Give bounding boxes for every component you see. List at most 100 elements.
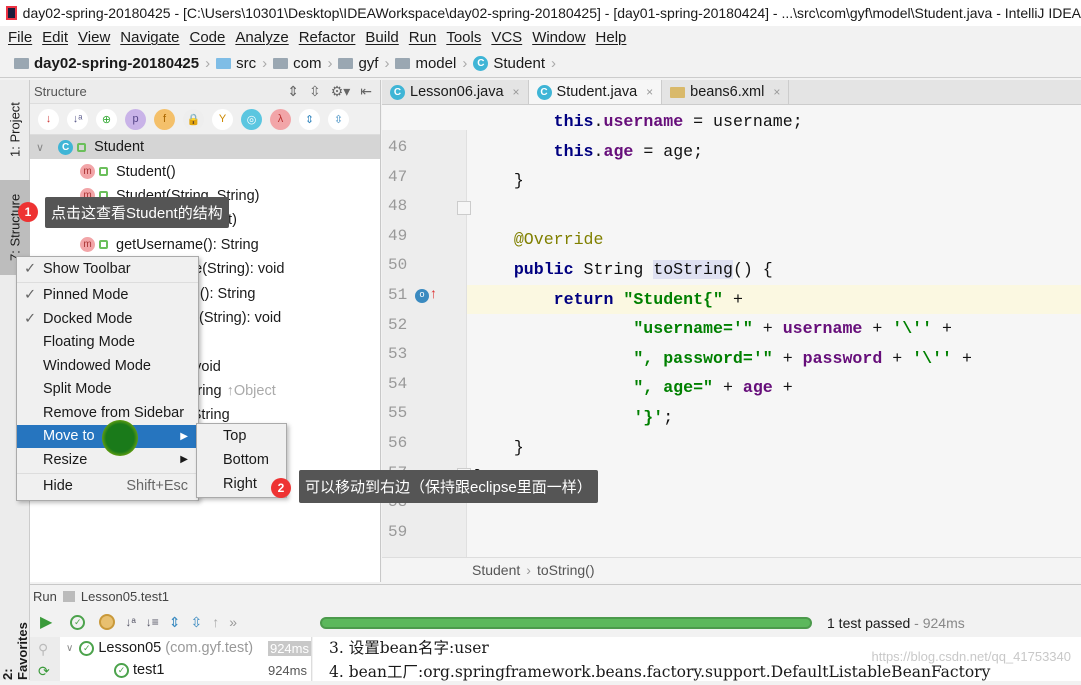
menu-item-label: Windowed Mode bbox=[43, 357, 151, 374]
menu-item-remove-from-sidebar[interactable]: Remove from Sidebar bbox=[17, 401, 198, 425]
previous-failed-icon[interactable]: ↑ bbox=[212, 614, 219, 630]
collapse-all-icon[interactable]: ⇕ bbox=[299, 108, 320, 130]
anonymous-icon[interactable]: Y bbox=[212, 108, 233, 130]
code-line: this.username = username; bbox=[474, 112, 803, 131]
menu-window[interactable]: Window bbox=[532, 29, 585, 46]
close-tab-icon[interactable]: × bbox=[513, 85, 520, 99]
submenu-item-bottom[interactable]: Bottom bbox=[197, 448, 286, 472]
method-icon: m bbox=[80, 164, 95, 180]
title-bar: day02-spring-20180425 - [C:\Users\10301\… bbox=[0, 0, 1081, 26]
favorites-tool-tab[interactable]: 2: Favorites bbox=[0, 610, 30, 680]
menu-file[interactable]: File bbox=[8, 29, 32, 46]
passed-icon: ✓ bbox=[114, 662, 129, 678]
menu-analyze[interactable]: Analyze bbox=[235, 29, 288, 46]
chevron-down-icon[interactable]: ∨ bbox=[66, 643, 73, 654]
breadcrumb-item[interactable]: model bbox=[395, 55, 456, 72]
menu-run[interactable]: Run bbox=[409, 29, 437, 46]
more-icon[interactable]: ⇳ bbox=[328, 108, 349, 130]
menu-navigate[interactable]: Navigate bbox=[120, 29, 179, 46]
menu-edit[interactable]: Edit bbox=[42, 29, 68, 46]
run-config-name[interactable]: Lesson05.test1 bbox=[81, 589, 169, 604]
menu-item-floating-mode[interactable]: Floating Mode bbox=[17, 331, 198, 355]
menu-item-windowed-mode[interactable]: Windowed Mode bbox=[17, 354, 198, 378]
line-number: 51 bbox=[388, 286, 408, 304]
code-token: this bbox=[553, 112, 594, 131]
code-token: + bbox=[932, 319, 953, 339]
collapse-all-icon[interactable]: ⇳ bbox=[191, 614, 203, 631]
expand-all-icon[interactable]: ⇕ bbox=[169, 614, 181, 631]
pin-icon[interactable]: ⚲ bbox=[38, 641, 48, 658]
submenu-item-top[interactable]: Top bbox=[197, 424, 286, 448]
rerun-icon[interactable]: ▶ bbox=[40, 612, 52, 632]
tree-root-student[interactable]: ∨ C Student bbox=[30, 135, 380, 160]
show-passed-icon[interactable]: ✓ bbox=[70, 614, 86, 630]
menu-item-split-mode[interactable]: Split Mode bbox=[17, 378, 198, 402]
tab-beans6-xml[interactable]: beans6.xml × bbox=[662, 80, 790, 104]
crumb-method[interactable]: toString() bbox=[537, 562, 595, 578]
project-tool-tab[interactable]: 1: Project bbox=[0, 90, 30, 170]
expand-icon[interactable]: ⇕ bbox=[287, 83, 299, 100]
menu-code[interactable]: Code bbox=[189, 29, 225, 46]
close-tab-icon[interactable]: × bbox=[646, 85, 653, 99]
sort-visibility-icon[interactable]: ↓ bbox=[38, 108, 59, 130]
menu-help[interactable]: Help bbox=[596, 29, 627, 46]
public-icon bbox=[99, 167, 108, 177]
sort-alpha-icon[interactable]: ↓ᵃ bbox=[67, 108, 88, 130]
chevron-down-icon[interactable]: ∨ bbox=[36, 141, 44, 154]
fields-icon[interactable]: f bbox=[154, 108, 175, 130]
gear-icon[interactable]: ⚙▾ bbox=[331, 83, 351, 100]
menu-item-label: Docked Mode bbox=[43, 310, 133, 327]
properties-icon[interactable]: p bbox=[125, 108, 146, 130]
expand-all-icon[interactable]: λ bbox=[270, 108, 291, 130]
code-line: return "Student{" + bbox=[474, 290, 743, 309]
hide-panel-icon[interactable]: ⇤ bbox=[360, 83, 372, 100]
more-icon[interactable]: » bbox=[229, 614, 237, 630]
menu-view[interactable]: View bbox=[78, 29, 110, 46]
console-output[interactable]: 3. 设置bean名字:user 4. bean工厂:org.springfra… bbox=[313, 637, 1081, 681]
close-tab-icon[interactable]: × bbox=[773, 85, 780, 99]
crumb-class[interactable]: Student bbox=[472, 562, 520, 578]
non-public-icon[interactable]: 🔒 bbox=[183, 108, 204, 130]
breadcrumb-item[interactable]: src bbox=[216, 55, 256, 72]
inherited-icon[interactable]: ⊕ bbox=[96, 108, 117, 130]
code-token: '\'' bbox=[912, 348, 953, 368]
breadcrumb-label: com bbox=[293, 55, 322, 72]
breadcrumb-item[interactable]: com bbox=[273, 55, 321, 72]
code-token: + bbox=[752, 319, 783, 339]
class-icon: C bbox=[473, 56, 489, 71]
menu-item-hide[interactable]: Hide Shift+Esc bbox=[17, 475, 198, 499]
code-token: username bbox=[603, 112, 684, 131]
menu-item-pinned-mode[interactable]: ✓ Pinned Mode bbox=[17, 284, 198, 308]
test-suite-row[interactable]: ∨ ✓ Lesson05 (com.gyf.test) 924ms bbox=[60, 637, 311, 659]
breadcrumb-label: model bbox=[415, 55, 457, 72]
menu-refactor[interactable]: Refactor bbox=[299, 29, 356, 46]
menu-tools[interactable]: Tools bbox=[446, 29, 481, 46]
menu-build[interactable]: Build bbox=[365, 29, 398, 46]
structure-toolbar: ↓ ↓ᵃ ⊕ p f 🔒 Y ◎ λ ⇕ ⇳ bbox=[30, 104, 380, 135]
structure-item[interactable]: m Student() bbox=[30, 159, 380, 183]
tab-lesson06-java[interactable]: C Lesson06.java × bbox=[382, 80, 529, 104]
menu-vcs[interactable]: VCS bbox=[491, 29, 522, 46]
structure-item[interactable]: m getUsername(): String bbox=[30, 233, 380, 257]
tab-student-java[interactable]: C Student.java × bbox=[528, 80, 663, 104]
menu-item-docked-mode[interactable]: ✓ Docked Mode bbox=[17, 307, 198, 331]
code-line: @Override bbox=[474, 230, 604, 249]
run-side-toolbar: ⚲ ⟳ bbox=[30, 637, 60, 681]
breadcrumb-item[interactable]: gyf bbox=[338, 55, 378, 72]
override-method-icon[interactable]: o bbox=[415, 289, 429, 303]
breadcrumb-item[interactable]: day02-spring-20180425 bbox=[14, 55, 199, 72]
show-ignored-icon[interactable] bbox=[99, 614, 116, 630]
breadcrumb-item[interactable]: C Student bbox=[473, 55, 545, 72]
lambdas-icon[interactable]: ◎ bbox=[241, 108, 262, 130]
sort-duration-icon[interactable]: ↓≡ bbox=[146, 615, 159, 629]
test-case-row[interactable]: ✓ test1 924ms bbox=[60, 659, 311, 681]
line-number: 48 bbox=[388, 197, 408, 216]
annotation-badge-2: 2 bbox=[271, 478, 291, 498]
menu-separator bbox=[17, 472, 198, 474]
rerun-failed-icon[interactable]: ⟳ bbox=[38, 663, 50, 680]
sort-alpha-icon[interactable]: ↓ᵃ bbox=[125, 615, 135, 629]
collapse-icon[interactable]: ⇳ bbox=[309, 83, 321, 100]
menu-item-show-toolbar[interactable]: ✓ Show Toolbar bbox=[17, 257, 198, 281]
fold-marker-icon[interactable] bbox=[457, 201, 471, 216]
